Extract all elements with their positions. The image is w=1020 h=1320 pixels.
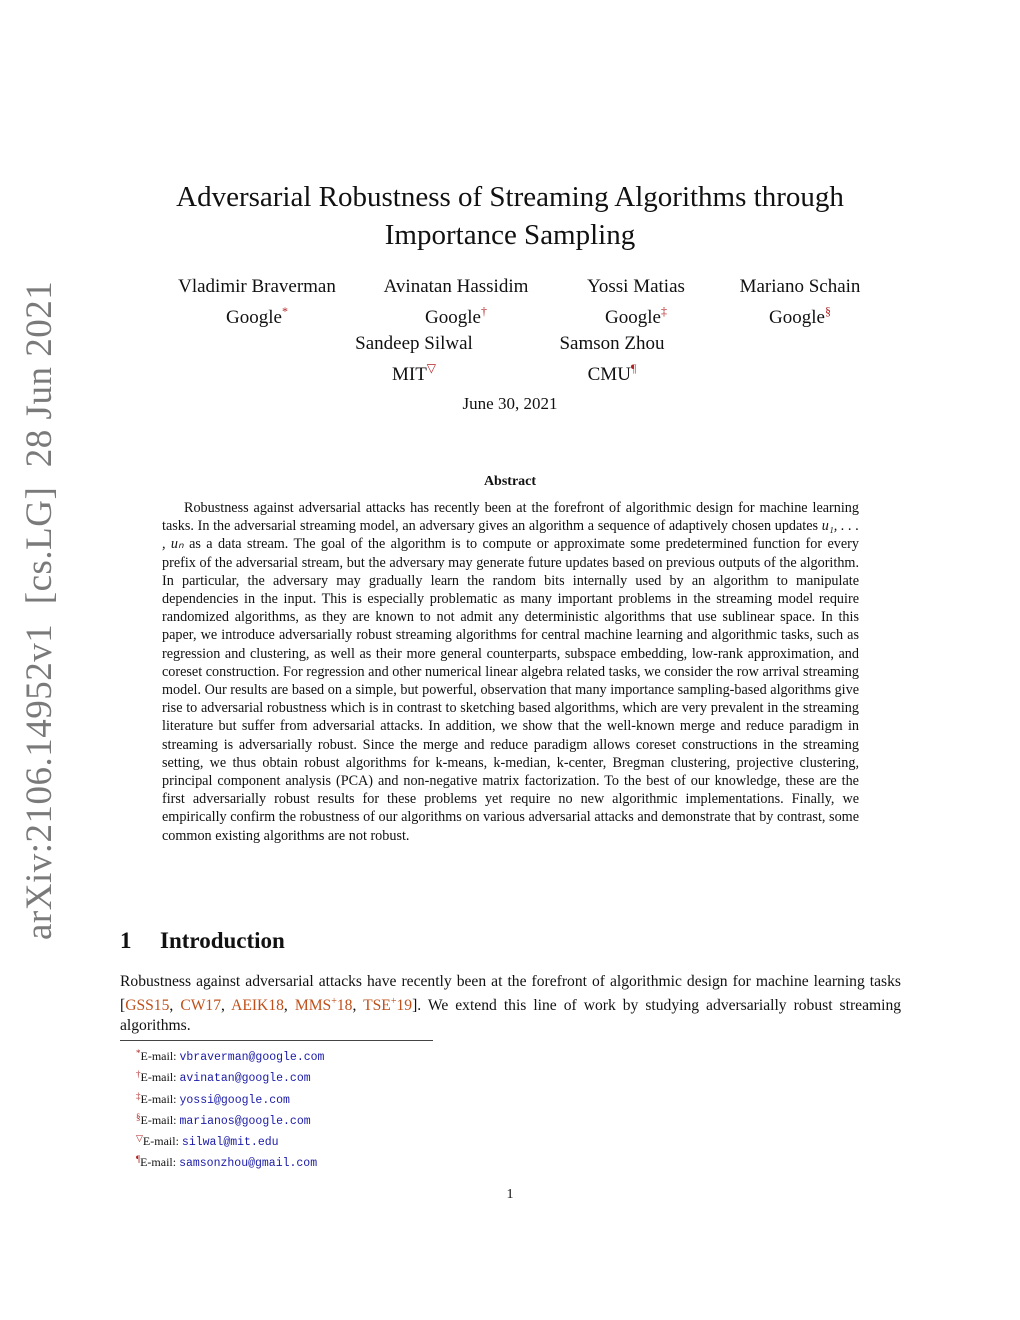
email-link[interactable]: samsonzhou@gmail.com bbox=[179, 1157, 317, 1170]
footnote-item: ¶E-mail: samsonzhou@gmail.com bbox=[136, 1154, 318, 1171]
author-name: Samson Zhou bbox=[559, 333, 665, 354]
footnote-item: §E-mail: marianos@google.com bbox=[136, 1111, 311, 1128]
author-affiliation: CMU¶ bbox=[587, 361, 637, 385]
citation-link[interactable]: GSS15 bbox=[125, 997, 169, 1014]
email-link[interactable]: marianos@google.com bbox=[180, 1115, 311, 1128]
section-title: Introduction bbox=[160, 928, 285, 953]
author-affiliation: Google† bbox=[425, 304, 487, 328]
footnote-mark[interactable]: ▽ bbox=[427, 361, 436, 375]
footnote-mark[interactable]: † bbox=[481, 304, 487, 318]
citation-link[interactable]: AEIK18 bbox=[231, 997, 284, 1014]
footnotes: *E-mail: vbraverman@google.com †E-mail: … bbox=[136, 1045, 324, 1173]
author-block: Vladimir Braverman Google* bbox=[142, 275, 372, 330]
author-name: Sandeep Silwal bbox=[355, 333, 473, 354]
abstract-text-2: as a data stream. The goal of the algori… bbox=[162, 536, 859, 844]
author-block: Samson Zhou CMU¶ bbox=[532, 332, 692, 387]
footnote-item: ▽E-mail: silwal@mit.edu bbox=[136, 1133, 279, 1150]
section-number: 1 bbox=[120, 928, 132, 953]
author-block: Avinatan Hassidim Google† bbox=[346, 275, 566, 330]
title-line-1: Adversarial Robustness of Streaming Algo… bbox=[176, 181, 844, 213]
author-name: Yossi Matias bbox=[587, 276, 685, 297]
citation-link[interactable]: CW17 bbox=[180, 997, 221, 1014]
email-link[interactable]: yossi@google.com bbox=[180, 1094, 290, 1107]
footnote-item: †E-mail: avinatan@google.com bbox=[136, 1069, 311, 1086]
footnote-mark[interactable]: ¶ bbox=[631, 361, 636, 375]
author-affiliation: Google* bbox=[226, 304, 288, 328]
footnote-item: *E-mail: vbraverman@google.com bbox=[136, 1048, 325, 1064]
abstract-heading: Abstract bbox=[483, 474, 537, 489]
arxiv-identifier-stamp: arXiv:2106.14952v1 [cs.LG] 28 Jun 2021 bbox=[19, 280, 60, 940]
author-name: Mariano Schain bbox=[739, 276, 861, 297]
introduction-paragraph: Robustness against adversarial attacks h… bbox=[120, 973, 902, 1035]
title-line-2: Importance Sampling bbox=[384, 219, 636, 251]
citation-link[interactable]: MMS+18 bbox=[295, 996, 353, 1014]
page-number: 1 bbox=[506, 1187, 514, 1202]
paper-title: Adversarial Robustness of Streaming Algo… bbox=[0, 178, 1020, 254]
email-link[interactable]: avinatan@google.com bbox=[180, 1072, 311, 1085]
abstract-text-1: Robustness against adversarial attacks h… bbox=[162, 500, 859, 535]
author-block: Sandeep Silwal MIT▽ bbox=[334, 332, 494, 387]
email-link[interactable]: silwal@mit.edu bbox=[182, 1136, 279, 1149]
author-name: Vladimir Braverman bbox=[178, 276, 336, 297]
footnote-divider bbox=[120, 1040, 433, 1041]
author-affiliation: Google‡ bbox=[605, 304, 667, 328]
footnote-mark[interactable]: § bbox=[825, 304, 831, 318]
author-affiliation: MIT▽ bbox=[391, 361, 437, 385]
citation-link[interactable]: TSE+19 bbox=[363, 996, 412, 1014]
author-affiliation: Google§ bbox=[769, 304, 831, 328]
section-heading: 1 Introduction bbox=[120, 928, 285, 954]
publication-date: June 30, 2021 bbox=[462, 394, 558, 413]
email-link[interactable]: vbraverman@google.com bbox=[180, 1051, 325, 1064]
author-block: Mariano Schain Google§ bbox=[720, 275, 880, 330]
footnote-item: ‡E-mail: yossi@google.com bbox=[136, 1090, 290, 1107]
footnote-mark[interactable]: * bbox=[282, 304, 288, 318]
footnote-mark[interactable]: ‡ bbox=[661, 304, 667, 318]
author-block: Yossi Matias Google‡ bbox=[556, 275, 716, 330]
author-name: Avinatan Hassidim bbox=[383, 276, 529, 297]
abstract-body: Robustness against adversarial attacks h… bbox=[162, 499, 859, 845]
